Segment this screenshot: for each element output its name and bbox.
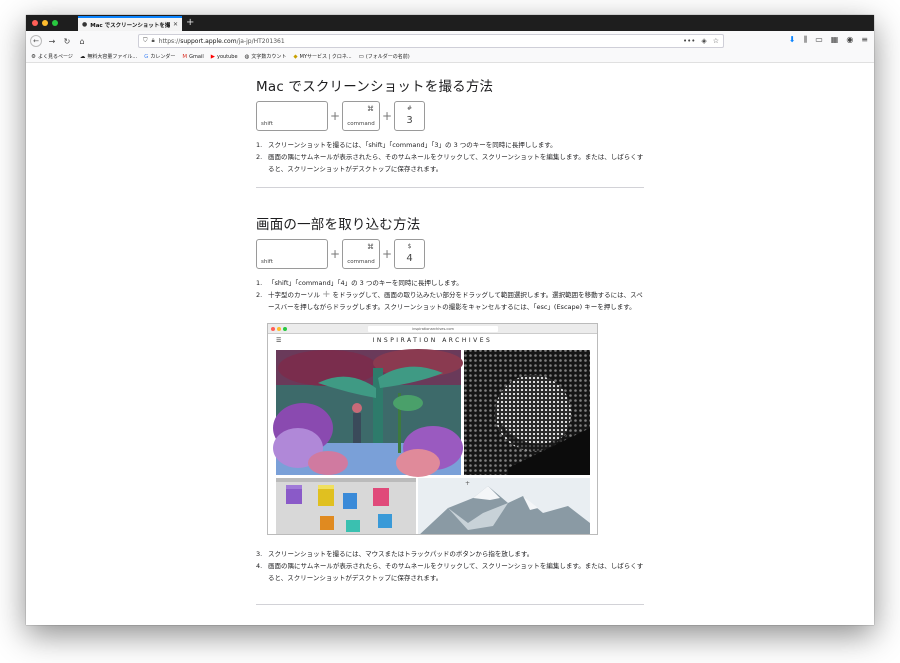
back-button[interactable]: ←: [30, 35, 42, 47]
steps-list: 1. 「shift」「command」「4」の 3 つのキーを同時に長押しします。…: [256, 277, 644, 313]
steps-list: 1. スクリーンショットを撮るには、「shift」「command」「3」の 3 …: [256, 139, 644, 175]
bookmark-item[interactable]: ⚙ よく見るページ: [31, 53, 73, 61]
shift-key: shift: [256, 239, 328, 269]
sphere-image: [464, 350, 590, 475]
command-icon: ⌘: [367, 243, 374, 251]
navigation-bar: ← → ↻ ⌂ ⛉ 🔒︎ https://support.apple.com/j…: [26, 31, 874, 51]
bookmark-item[interactable]: ▭ (フォルダーの名前): [358, 53, 410, 61]
screenshot-browser-bar: inspirationarchives.com: [268, 324, 597, 334]
account-icon[interactable]: ◉: [846, 35, 853, 45]
google-icon: G: [144, 53, 149, 60]
bookmark-star-icon[interactable]: ☆: [713, 37, 719, 45]
more-actions-icon[interactable]: •••: [683, 37, 695, 45]
svg-text:+: +: [465, 480, 470, 487]
gmail-icon: M: [182, 53, 188, 60]
page-content: Mac でスクリーンショットを撮る方法 shift + ⌘ command + …: [26, 63, 874, 625]
bookmark-item[interactable]: ▶ youtube: [211, 54, 238, 60]
bookmark-item[interactable]: ◍ 文字数カウント: [244, 53, 287, 61]
screenshot-site-header: ☰ INSPIRATION ARCHIVES: [268, 334, 597, 348]
shift-key: shift: [256, 101, 328, 131]
list-item: 2. 画面の隅にサムネールが表示されたら、そのサムネールをクリックして、スクリーン…: [256, 153, 644, 173]
section-title: Mac でスクリーンショットを撮る方法: [256, 79, 494, 95]
plus-icon: +: [329, 247, 341, 261]
example-screenshot-image: inspirationarchives.com ☰ INSPIRATION AR…: [267, 323, 598, 535]
gear-icon: ⚙: [31, 53, 36, 60]
mountain-image: +: [418, 478, 590, 534]
key-combination: shift + ⌘ command + $ 4: [256, 239, 644, 269]
myservice-icon: ◆: [293, 53, 298, 60]
youtube-icon: ▶: [210, 53, 215, 60]
section-full-screenshot: Mac でスクリーンショットを撮る方法 shift + ⌘ command + …: [256, 75, 644, 188]
list-item: 3. スクリーンショットを撮るには、マウスまたはトラックパッドのボタンから指を放し…: [256, 550, 534, 558]
url-bar[interactable]: ⛉ 🔒︎ https://support.apple.com/ja-jp/HT2…: [138, 34, 724, 48]
minimize-window-button[interactable]: [42, 20, 48, 26]
crosshair-icon: +: [322, 289, 331, 300]
bookmark-item[interactable]: G カレンダー: [144, 53, 175, 61]
key-4: $ 4: [394, 239, 425, 269]
home-icon[interactable]: ⌂: [77, 37, 87, 46]
command-icon: ⌘: [367, 105, 374, 113]
window-controls: [32, 20, 58, 26]
close-window-button[interactable]: [32, 20, 38, 26]
screenshot-site-title: INSPIRATION ARCHIVES: [372, 337, 493, 344]
bookmarks-bar: ⚙ よく見るページ ☁ 無料大容量ファイル... G カレンダー M Gmail ▶ yo…: [26, 51, 874, 63]
zoom-window-button[interactable]: [52, 20, 58, 26]
list-item: 2. 十字型のカーソル + をドラッグして、画面の取り込みたい部分をドラッグして範…: [256, 289, 643, 312]
divider: [256, 187, 644, 188]
pocket-icon[interactable]: ◈: [701, 37, 706, 45]
forward-icon[interactable]: →: [47, 37, 57, 46]
divider: [256, 604, 644, 605]
cloud-icon: ☁: [79, 53, 86, 60]
list-item: 1. 「shift」「command」「4」の 3 つのキーを同時に長押しします。: [256, 279, 463, 287]
tab-bar: ● Mac でスクリーンショットを撮る ✕ +: [26, 15, 874, 31]
bookmark-item[interactable]: ☁ 無料大容量ファイル...: [79, 53, 137, 61]
command-key: ⌘ command: [342, 101, 380, 131]
bookmark-item[interactable]: ◆ MYサービス | クロネ...: [293, 53, 351, 61]
steps-list: 3. スクリーンショットを撮るには、マウスまたはトラックパッドのボタンから指を放し…: [256, 548, 644, 584]
section-partial-screenshot-continued: 3. スクリーンショットを撮るには、マウスまたはトラックパッドのボタンから指を放し…: [256, 548, 644, 605]
bookmark-item[interactable]: M Gmail: [182, 54, 203, 60]
folder-icon: ▭: [358, 53, 364, 60]
section-partial-screenshot: 画面の一部を取り込む方法 shift + ⌘ command + $ 4 1. 「…: [256, 213, 644, 313]
screenshot-url: inspirationarchives.com: [368, 326, 498, 332]
download-icon[interactable]: ⬇: [789, 35, 796, 45]
browser-window: ● Mac でスクリーンショットを撮る ✕ + ← → ↻ ⌂ ⛉ 🔒︎ htt…: [26, 15, 874, 625]
cubes-image: [276, 478, 416, 534]
lock-icon[interactable]: 🔒︎: [152, 37, 155, 45]
key-combination: shift + ⌘ command + # 3: [256, 101, 644, 131]
new-tab-button[interactable]: +: [186, 16, 194, 30]
command-key: ⌘ command: [342, 239, 380, 269]
jungle-painting-image: [273, 349, 463, 477]
close-icon[interactable]: ✕: [173, 21, 178, 28]
apple-icon: ●: [82, 21, 88, 28]
key-3: # 3: [394, 101, 425, 131]
menu-icon[interactable]: ≡: [861, 35, 868, 45]
gallery-images: +: [273, 349, 590, 534]
sidebar-icon[interactable]: ▭: [815, 35, 823, 45]
url-text[interactable]: https://support.apple.com/ja-jp/HT201361: [159, 38, 679, 45]
counter-icon: ◍: [244, 53, 250, 60]
library-icon[interactable]: ⫼: [804, 35, 808, 45]
list-item: 1. スクリーンショットを撮るには、「shift」「command」「3」の 3 …: [256, 141, 557, 149]
list-item: 4. 画面の隅にサムネールが表示されたら、そのサムネールをクリックして、スクリーン…: [256, 562, 644, 582]
plus-icon: +: [381, 247, 393, 261]
extension-icon[interactable]: ▦: [831, 35, 839, 45]
plus-icon: +: [381, 109, 393, 123]
tab-title: Mac でスクリーンショットを撮る: [90, 22, 170, 29]
section-title: 画面の一部を取り込む方法: [256, 217, 421, 233]
plus-icon: +: [329, 109, 341, 123]
shield-icon[interactable]: ⛉: [143, 37, 148, 45]
tab-active[interactable]: ● Mac でスクリーンショットを撮る ✕: [78, 16, 182, 31]
reload-icon[interactable]: ↻: [62, 37, 72, 46]
